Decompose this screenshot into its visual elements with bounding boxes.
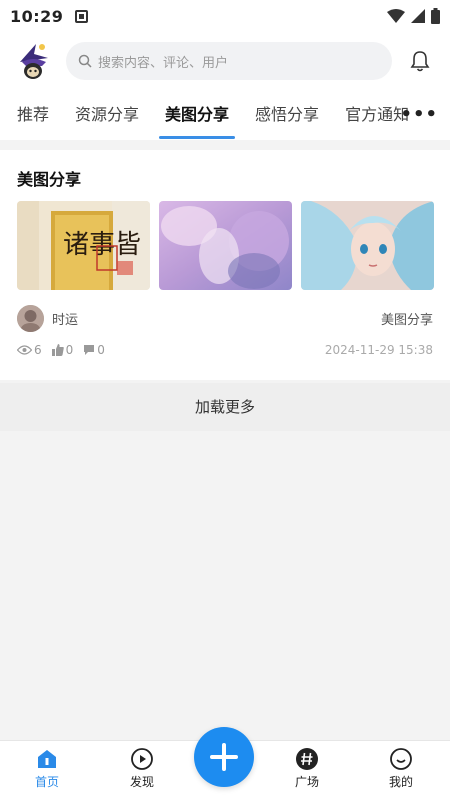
- post-stats: 6 0 0 2024-11-29 15:38: [17, 340, 433, 360]
- nav-plaza[interactable]: 广场: [277, 747, 337, 790]
- add-post-button[interactable]: [194, 727, 254, 787]
- load-more-button[interactable]: 加载更多: [0, 383, 450, 431]
- battery-icon: [431, 8, 440, 24]
- discover-icon: [130, 747, 154, 771]
- tab-official-notice[interactable]: 官方通知: [345, 90, 409, 140]
- bell-icon[interactable]: [408, 49, 432, 73]
- post-image-anime-girl-2[interactable]: [301, 201, 434, 290]
- app-header: 搜索内容、评论、用户: [0, 32, 450, 90]
- wifi-icon: [387, 9, 405, 23]
- nav-mine[interactable]: 我的: [371, 747, 431, 790]
- notification-icon: [75, 9, 89, 23]
- home-icon: [35, 747, 59, 771]
- likes-stat[interactable]: 0: [51, 343, 74, 357]
- tab-image-share[interactable]: 美图分享: [159, 90, 236, 140]
- search-placeholder: 搜索内容、评论、用户: [98, 55, 229, 71]
- post-date: 2024-11-29 15:38: [324, 343, 433, 357]
- author-avatar[interactable]: [17, 304, 44, 332]
- post-image-calligraphy[interactable]: 诸事皆: [17, 201, 150, 290]
- likes-count: 0: [65, 343, 74, 357]
- nav-mine-label: 我的: [388, 775, 413, 789]
- search-icon: [78, 54, 92, 68]
- nav-plaza-label: 广场: [294, 775, 319, 789]
- comments-count: 0: [97, 343, 105, 357]
- eye-icon: [17, 345, 32, 355]
- plus-icon: [210, 743, 238, 771]
- nav-home[interactable]: 首页: [17, 747, 77, 790]
- nav-discover[interactable]: 发现: [112, 747, 172, 790]
- nav-home-label: 首页: [34, 775, 59, 789]
- nav-discover-label: 发现: [129, 775, 154, 789]
- views-stat: 6: [17, 343, 42, 357]
- post-images: 诸事皆: [17, 201, 434, 290]
- calligraphy-text: 诸事皆: [63, 230, 141, 260]
- post-category[interactable]: 美图分享: [381, 309, 433, 328]
- app-logo[interactable]: [12, 40, 54, 82]
- thumb-up-icon: [51, 344, 64, 356]
- author-name[interactable]: 时运: [52, 309, 78, 328]
- status-time: 10:29: [10, 6, 64, 26]
- post-author-row: 时运 美图分享: [17, 304, 433, 332]
- search-bar[interactable]: 搜索内容、评论、用户: [66, 42, 392, 80]
- post-card[interactable]: 美图分享 诸事皆 时运 美图分享 6 0 0 2024-11-29 15:38: [0, 150, 450, 380]
- hashtag-icon: [295, 747, 319, 771]
- tab-recommend[interactable]: 推荐: [17, 90, 49, 140]
- comment-icon: [84, 345, 95, 355]
- signal-icon: [411, 9, 425, 23]
- tab-resource-share[interactable]: 资源分享: [75, 90, 139, 140]
- category-tabs: 推荐 资源分享 美图分享 感悟分享 官方通知 •••: [0, 90, 450, 140]
- post-title: 美图分享: [17, 170, 82, 189]
- tab-insight-share[interactable]: 感悟分享: [255, 90, 319, 140]
- views-count: 6: [34, 343, 42, 357]
- status-bar: 10:29: [0, 0, 450, 32]
- more-tabs-icon[interactable]: •••: [400, 90, 438, 140]
- smile-icon: [389, 747, 413, 771]
- post-image-anime-girl-1[interactable]: [159, 201, 292, 290]
- comments-stat[interactable]: 0: [83, 343, 105, 357]
